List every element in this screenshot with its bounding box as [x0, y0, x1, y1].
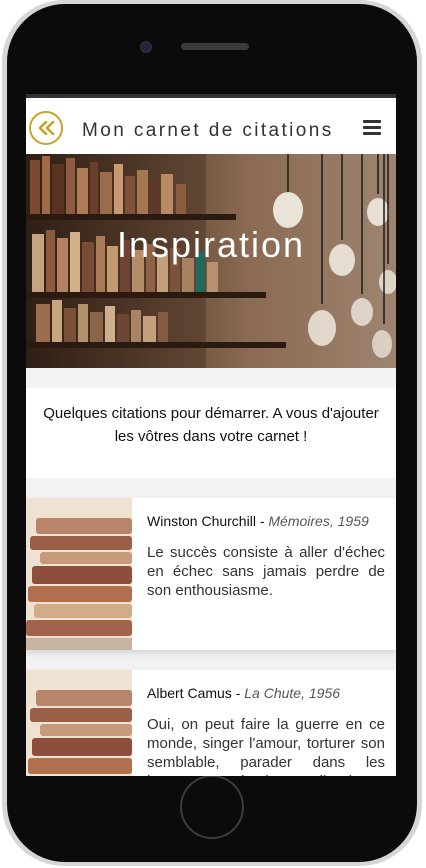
intro-text: Quelques citations pour démarrer. A vous… [43, 405, 379, 445]
quote-body: Winston Churchill - Mémoires, 1959 Le su… [147, 512, 385, 600]
quote-header: Winston Churchill - Mémoires, 1959 [147, 512, 385, 530]
quote-source: Mémoires, 1959 [268, 513, 369, 529]
hero-banner: Inspiration [26, 154, 396, 368]
quote-author: Winston Churchill [147, 513, 256, 529]
app-screen: Mon carnet de citations Inspiration Quel… [26, 94, 396, 776]
hero-title: Inspiration [116, 224, 306, 265]
hamburger-menu-icon[interactable] [363, 120, 381, 136]
speaker-grille [181, 43, 249, 50]
app-title: Mon carnet de citations [82, 120, 334, 141]
intro-card: Quelques citations pour démarrer. A vous… [26, 388, 396, 478]
quote-card[interactable]: Albert Camus - La Chute, 1956 Oui, on pe… [26, 670, 396, 776]
quote-separator: - [255, 513, 269, 529]
quote-body: Albert Camus - La Chute, 1956 Oui, on pe… [147, 684, 385, 776]
phone-frame: Mon carnet de citations Inspiration Quel… [0, 0, 426, 868]
camera-icon [140, 41, 152, 53]
back-button[interactable] [29, 111, 63, 145]
books-stack-image [26, 670, 132, 776]
quote-header: Albert Camus - La Chute, 1956 [147, 684, 385, 702]
quote-card[interactable]: Winston Churchill - Mémoires, 1959 Le su… [26, 498, 396, 650]
home-button[interactable] [180, 775, 244, 839]
double-chevron-left-icon [38, 121, 55, 135]
quote-text: Le succès consiste à aller d'échec en éc… [147, 544, 385, 599]
quote-separator: - [231, 685, 245, 701]
books-stack-image [26, 498, 132, 650]
quote-source: La Chute, 1956 [244, 685, 341, 701]
quote-author: Albert Camus [147, 685, 232, 701]
app-header: Mon carnet de citations [26, 94, 396, 154]
quote-text: Oui, on peut faire la guerre en ce monde… [147, 716, 385, 776]
